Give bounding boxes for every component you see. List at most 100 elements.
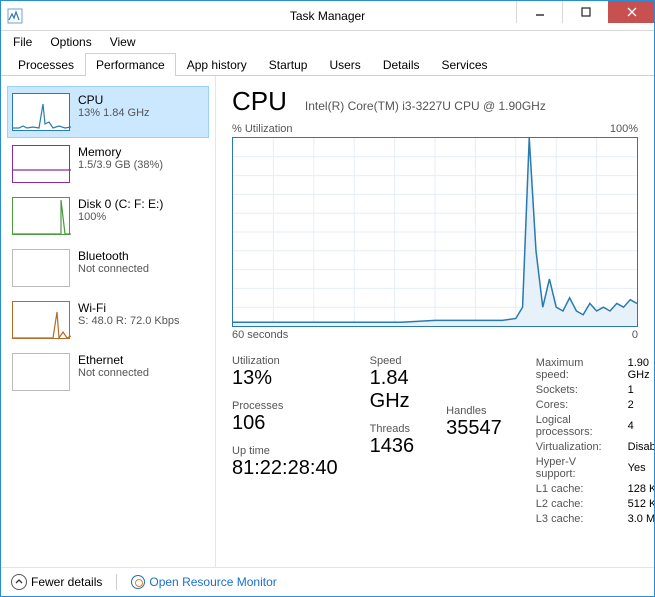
- menu-options[interactable]: Options: [42, 33, 99, 51]
- tab-strip: ProcessesPerformanceApp historyStartupUs…: [1, 53, 654, 76]
- kv-row: L1 cache:128 KB: [536, 483, 654, 496]
- resource-monitor-icon: [131, 575, 145, 589]
- mini-chart: [12, 301, 70, 339]
- kv-row: Virtualization:Disabled: [536, 441, 654, 454]
- minimize-button[interactable]: [516, 1, 562, 23]
- sidebar-item-title: Wi-Fi: [78, 301, 180, 315]
- tab-app-history[interactable]: App history: [176, 53, 258, 76]
- cpu-model: Intel(R) Core(TM) i3-3227U CPU @ 1.90GHz: [305, 99, 546, 113]
- utilization-label: Utilization: [232, 355, 338, 367]
- kv-key: Hyper-V support:: [536, 456, 626, 481]
- kv-key: Virtualization:: [536, 441, 626, 454]
- sidebar-item-disk-0-c-f-e-[interactable]: Disk 0 (C: F: E:)100%: [7, 190, 209, 242]
- kv-value: 3.0 MB: [628, 513, 654, 526]
- sidebar-item-subtitle: Not connected: [78, 367, 149, 379]
- handles-value: 35547: [446, 417, 502, 440]
- kv-row: Cores:2: [536, 399, 654, 412]
- sidebar-item-bluetooth[interactable]: BluetoothNot connected: [7, 242, 209, 294]
- sidebar-item-title: Memory: [78, 145, 163, 159]
- threads-value: 1436: [370, 435, 415, 458]
- kv-value: Yes: [628, 456, 654, 481]
- sidebar-item-subtitle: 1.5/3.9 GB (38%): [78, 159, 163, 171]
- task-manager-window: Task Manager FileOptionsView ProcessesPe…: [0, 0, 655, 597]
- menu-file[interactable]: File: [5, 33, 40, 51]
- mini-chart: [12, 249, 70, 287]
- tab-details[interactable]: Details: [372, 53, 431, 76]
- tab-startup[interactable]: Startup: [258, 53, 319, 76]
- menu-view[interactable]: View: [102, 33, 144, 51]
- open-resource-monitor-label: Open Resource Monitor: [149, 575, 276, 589]
- kv-row: Logical processors:4: [536, 414, 654, 439]
- kv-key: Maximum speed:: [536, 357, 626, 382]
- mini-chart: [12, 93, 70, 131]
- processes-value: 106: [232, 412, 338, 435]
- app-icon: [7, 8, 23, 24]
- kv-row: Hyper-V support:Yes: [536, 456, 654, 481]
- cpu-info-table: Maximum speed:1.90 GHzSockets:1Cores:2Lo…: [534, 355, 654, 528]
- close-button[interactable]: [608, 1, 654, 23]
- menu-bar: FileOptionsView: [1, 31, 654, 53]
- chart-top-left-label: % Utilization: [232, 123, 293, 135]
- cpu-utilization-chart: [232, 137, 638, 327]
- tab-performance[interactable]: Performance: [85, 53, 176, 76]
- tab-users[interactable]: Users: [318, 53, 371, 76]
- kv-key: L3 cache:: [536, 513, 626, 526]
- uptime-label: Up time: [232, 445, 338, 457]
- fewer-details-button[interactable]: Fewer details: [11, 574, 102, 590]
- mini-chart: [12, 353, 70, 391]
- chevron-up-icon: [11, 574, 27, 590]
- kv-value: 4: [628, 414, 654, 439]
- sidebar-item-subtitle: 100%: [78, 211, 163, 223]
- kv-value: 1.90 GHz: [628, 357, 654, 382]
- kv-value: Disabled: [628, 441, 654, 454]
- title-bar: Task Manager: [1, 1, 654, 31]
- sidebar-item-memory[interactable]: Memory1.5/3.9 GB (38%): [7, 138, 209, 190]
- footer-separator: [116, 574, 117, 590]
- kv-value: 2: [628, 399, 654, 412]
- sidebar-item-wi-fi[interactable]: Wi-FiS: 48.0 R: 72.0 Kbps: [7, 294, 209, 346]
- kv-key: Sockets:: [536, 384, 626, 397]
- sidebar-item-title: Bluetooth: [78, 249, 149, 263]
- tab-processes[interactable]: Processes: [7, 53, 85, 76]
- sidebar-item-subtitle: S: 48.0 R: 72.0 Kbps: [78, 315, 180, 327]
- footer-bar: Fewer details Open Resource Monitor: [1, 567, 654, 596]
- kv-value: 512 KB: [628, 498, 654, 511]
- mini-chart: [12, 197, 70, 235]
- sidebar-item-ethernet[interactable]: EthernetNot connected: [7, 346, 209, 398]
- sidebar-item-title: Ethernet: [78, 353, 149, 367]
- speed-value: 1.84 GHz: [370, 367, 415, 413]
- window-controls: [516, 1, 654, 30]
- kv-row: L3 cache:3.0 MB: [536, 513, 654, 526]
- tab-services[interactable]: Services: [431, 53, 499, 76]
- kv-key: L1 cache:: [536, 483, 626, 496]
- kv-value: 128 KB: [628, 483, 654, 496]
- kv-key: Logical processors:: [536, 414, 626, 439]
- sidebar-item-subtitle: Not connected: [78, 263, 149, 275]
- main-heading: CPU: [232, 86, 287, 117]
- sidebar-item-cpu[interactable]: CPU13% 1.84 GHz: [7, 86, 209, 138]
- kv-value: 1: [628, 384, 654, 397]
- kv-key: L2 cache:: [536, 498, 626, 511]
- utilization-value: 13%: [232, 367, 338, 390]
- uptime-value: 81:22:28:40: [232, 457, 338, 480]
- sidebar-item-title: CPU: [78, 93, 150, 107]
- processes-label: Processes: [232, 400, 338, 412]
- speed-label: Speed: [370, 355, 415, 367]
- chart-top-right-label: 100%: [610, 123, 638, 135]
- kv-row: Maximum speed:1.90 GHz: [536, 357, 654, 382]
- chart-bottom-right-label: 0: [632, 329, 638, 341]
- sidebar-item-title: Disk 0 (C: F: E:): [78, 197, 163, 211]
- threads-label: Threads: [370, 423, 415, 435]
- chart-bottom-left-label: 60 seconds: [232, 329, 288, 341]
- open-resource-monitor-link[interactable]: Open Resource Monitor: [131, 575, 276, 589]
- kv-key: Cores:: [536, 399, 626, 412]
- maximize-button[interactable]: [562, 1, 608, 23]
- main-panel: CPU Intel(R) Core(TM) i3-3227U CPU @ 1.9…: [216, 76, 654, 567]
- handles-label: Handles: [446, 405, 502, 417]
- mini-chart: [12, 145, 70, 183]
- sidebar-item-subtitle: 13% 1.84 GHz: [78, 107, 150, 119]
- sidebar: CPU13% 1.84 GHzMemory1.5/3.9 GB (38%)Dis…: [1, 76, 216, 567]
- fewer-details-label: Fewer details: [31, 575, 102, 589]
- kv-row: Sockets:1: [536, 384, 654, 397]
- kv-row: L2 cache:512 KB: [536, 498, 654, 511]
